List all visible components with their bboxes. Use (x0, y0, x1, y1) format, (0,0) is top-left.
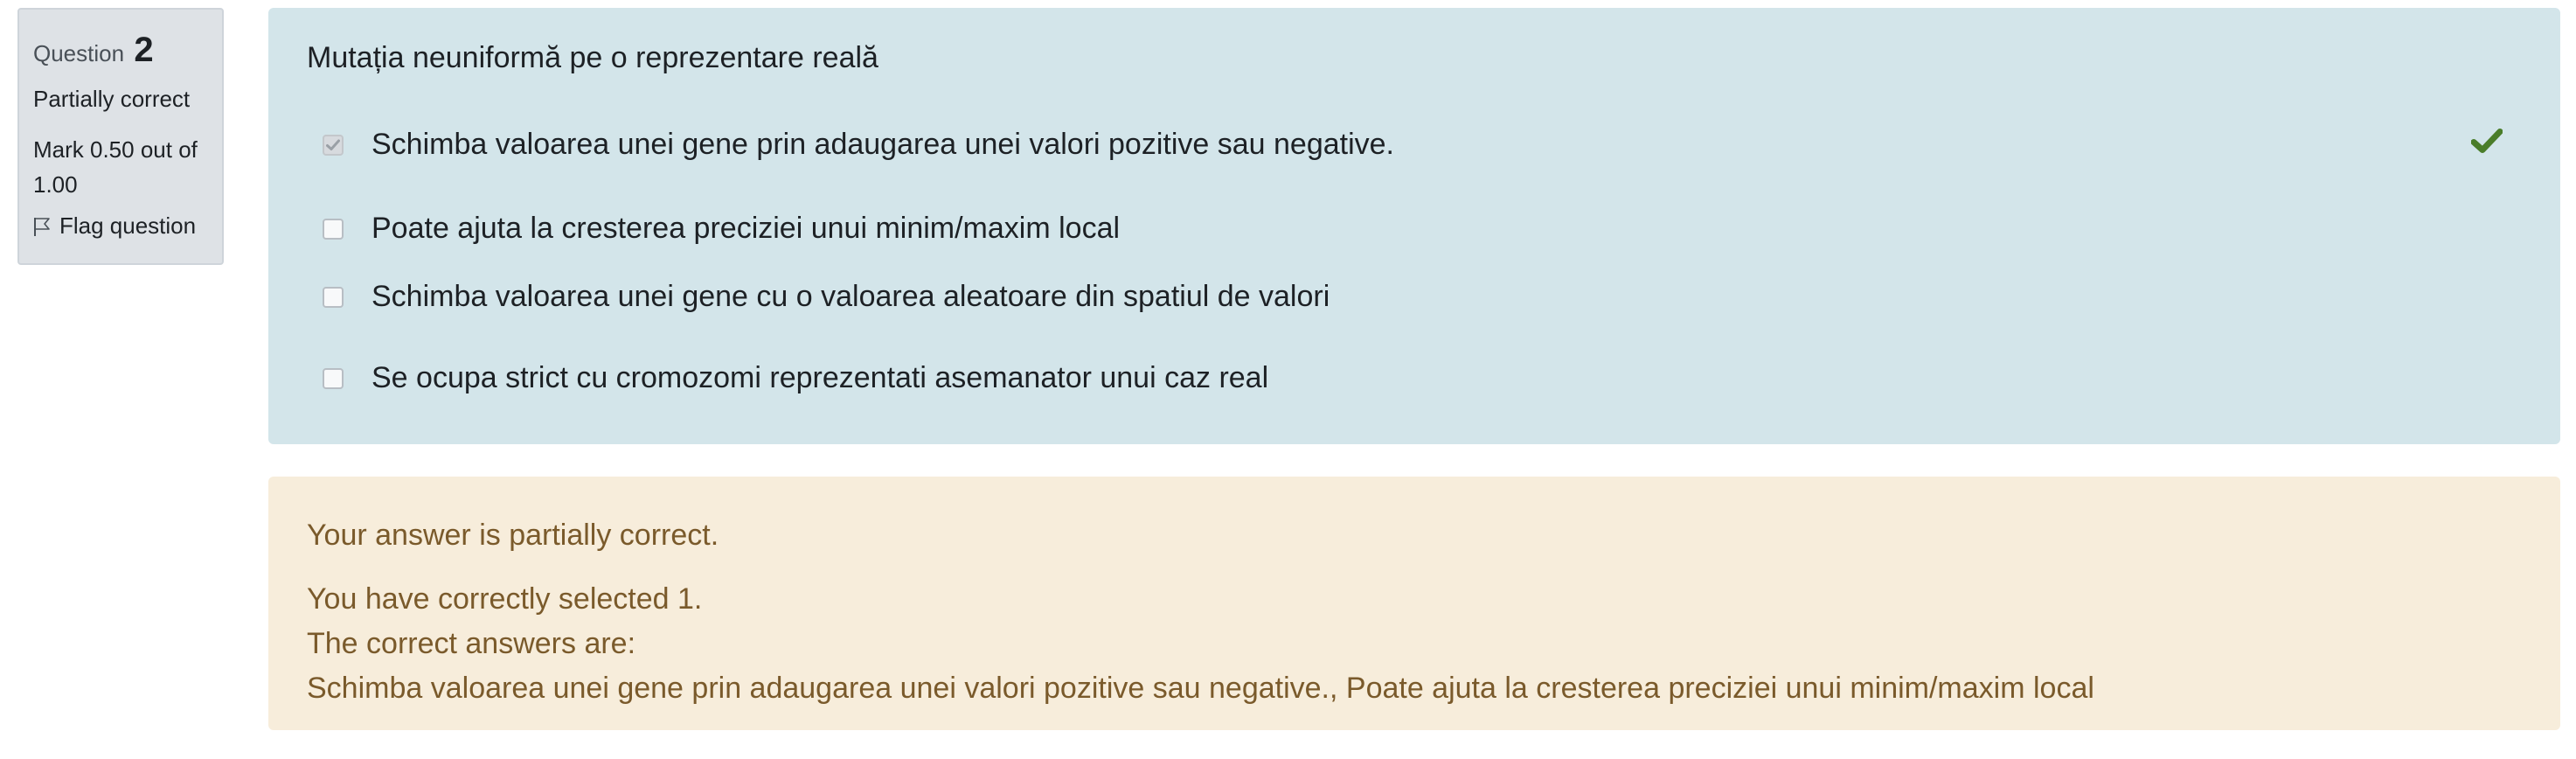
answer-label-2: Poate ajuta la cresterea preciziei unui … (371, 212, 1121, 245)
question-info-panel: Question 2 Partially correct Mark 0.50 o… (17, 8, 224, 265)
feedback-correct-list: Schimba valoarea unei gene prin adaugare… (307, 672, 2094, 705)
correct-check-icon (2470, 128, 2503, 162)
question-content: Mutația neuniformă pe o reprezentare rea… (268, 8, 2560, 444)
answer-option-2[interactable]: Poate ajuta la cresterea preciziei unui … (307, 212, 2522, 246)
flag-question-label: Flag question (59, 212, 197, 240)
answer-option-4[interactable]: Se ocupa strict cu cromozomi reprezentat… (307, 361, 2522, 395)
answer-option-3[interactable]: Schimba valoarea unei gene cu o valoarea… (307, 280, 2522, 314)
question-prompt: Mutația neuniformă pe o reprezentare rea… (307, 41, 878, 74)
answer-checkbox-3[interactable] (323, 286, 344, 308)
feedback-correct-heading: The correct answers are: (307, 627, 636, 660)
question-grade: Mark 0.50 out of 1.00 (33, 136, 198, 198)
flag-outline-icon (33, 216, 51, 237)
answer-checkbox-2[interactable] (323, 218, 344, 240)
answer-label-1: Schimba valoarea unei gene prin adaugare… (371, 128, 1394, 161)
answer-checkbox-4[interactable] (323, 367, 344, 389)
question-state: Partially correct (33, 86, 191, 112)
answer-label-4: Se ocupa strict cu cromozomi reprezentat… (371, 361, 1269, 394)
feedback-summary: Your answer is partially correct. (307, 519, 719, 552)
flag-question-button[interactable]: Flag question (33, 212, 208, 240)
answer-option-1[interactable]: Schimba valoarea unei gene prin adaugare… (307, 128, 2522, 162)
checkbox-check-icon (326, 139, 340, 150)
answer-label-3: Schimba valoarea unei gene cu o valoarea… (371, 280, 1330, 313)
question-number: Question 2 (33, 32, 208, 67)
question-number-value: 2 (134, 31, 154, 69)
feedback-box: Your answer is partially correct. You ha… (268, 477, 2560, 730)
feedback-selected-count: You have correctly selected 1. (307, 582, 703, 616)
answer-checkbox-1[interactable] (323, 134, 344, 156)
quiz-question-container: Question 2 Partially correct Mark 0.50 o… (0, 0, 2576, 759)
question-label: Question (33, 40, 125, 66)
